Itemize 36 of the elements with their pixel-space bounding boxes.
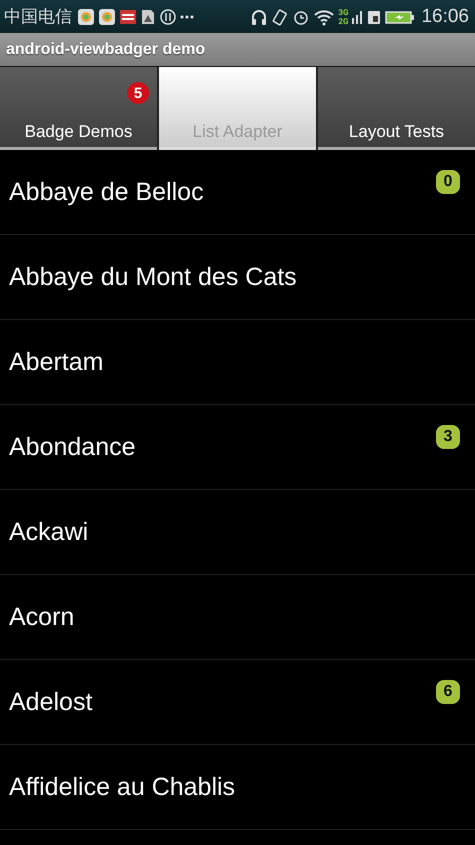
item-name: Adelost bbox=[9, 688, 92, 716]
list-item[interactable]: Affidelice au Chablis bbox=[0, 745, 475, 830]
list-item[interactable]: Adelost 6 bbox=[0, 660, 475, 745]
tab-label: Badge Demos bbox=[24, 122, 132, 142]
headphones-icon bbox=[250, 8, 268, 26]
list-item[interactable]: Acorn bbox=[0, 575, 475, 660]
more-icon bbox=[180, 14, 194, 18]
app-icon bbox=[77, 8, 95, 26]
network-label: 3G bbox=[338, 8, 348, 16]
list-item[interactable]: Abbaye de Belloc 0 bbox=[0, 150, 475, 235]
list-item[interactable]: Abbaye du Mont des Cats bbox=[0, 235, 475, 320]
network-label: 2G bbox=[338, 16, 348, 26]
list-item[interactable]: Ackawi bbox=[0, 490, 475, 575]
carrier-name: 中国电信 bbox=[4, 6, 72, 28]
window-title: android-viewbadger demo bbox=[0, 33, 475, 66]
app-icon bbox=[98, 8, 116, 26]
sd-card-warning-icon bbox=[140, 8, 156, 26]
badge: 5 bbox=[127, 82, 149, 104]
tab-label: Layout Tests bbox=[348, 122, 444, 142]
badge: 0 bbox=[436, 170, 460, 194]
item-name: Abbaye du Mont des Cats bbox=[9, 262, 297, 292]
clock-time: 16:06 bbox=[421, 6, 469, 28]
tab[interactable]: Badge Demos 5 bbox=[0, 67, 157, 150]
list-item[interactable]: Abondance 3 bbox=[0, 405, 475, 490]
wifi-icon bbox=[313, 8, 336, 26]
item-name: Abondance bbox=[9, 432, 136, 462]
tab-label: List Adapter bbox=[192, 122, 282, 142]
badge: 6 bbox=[436, 680, 460, 704]
item-name: Abbaye de Belloc bbox=[9, 178, 204, 206]
item-name: Affidelice au Chablis bbox=[9, 772, 236, 802]
list-item[interactable]: Abertam bbox=[0, 320, 475, 405]
item-name: Acorn bbox=[9, 602, 74, 632]
item-name: Abertam bbox=[9, 348, 104, 376]
item-name: Ackawi bbox=[9, 518, 88, 546]
badge: 3 bbox=[436, 425, 460, 449]
tab[interactable]: Layout Tests bbox=[318, 67, 475, 150]
